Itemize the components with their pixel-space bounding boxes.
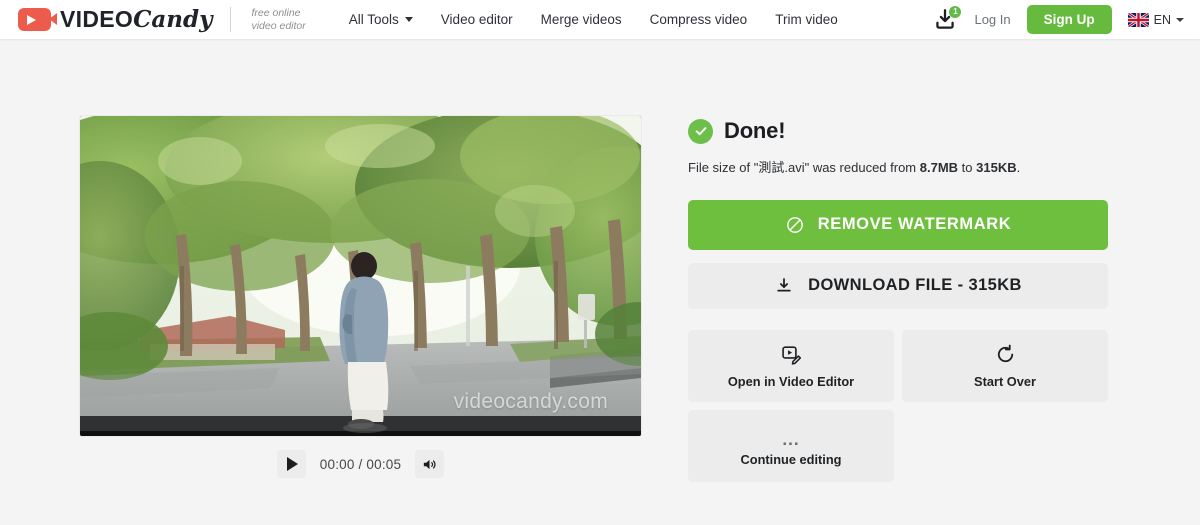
player-controls: 00:00 / 00:05 <box>80 450 641 478</box>
brand-wordmark: VIDEOCandy <box>60 6 213 33</box>
status-row: Done! <box>688 118 1108 144</box>
main-content: videocandy.com 00:00 / 00:05 Done! File … <box>0 39 1200 482</box>
brand-divider <box>230 7 232 32</box>
result-panel: Done! File size of "測試.avi" was reduced … <box>688 116 1108 482</box>
nav-label-merge-videos: Merge videos <box>540 12 622 27</box>
remove-watermark-button[interactable]: REMOVE WATERMARK <box>688 199 1108 250</box>
language-selector[interactable]: EN <box>1127 12 1184 27</box>
brand-tagline: free online video editor <box>251 7 305 33</box>
file-size-note: File size of "測試.avi" was reduced from 8… <box>688 159 1108 178</box>
restart-arrow-icon <box>997 344 1013 362</box>
site-header: VIDEOCandy free online video editor All … <box>0 0 1200 39</box>
nav-item-trim-video[interactable]: Trim video <box>775 12 838 27</box>
nav-item-merge-videos[interactable]: Merge videos <box>541 12 622 27</box>
nav-label-compress-video: Compress video <box>649 12 748 27</box>
video-player-column: videocandy.com 00:00 / 00:05 <box>80 116 641 482</box>
video-camera-icon <box>18 8 57 31</box>
nav-item-all-tools[interactable]: All Tools <box>349 12 413 27</box>
open-in-video-editor-tile[interactable]: Open in Video Editor <box>688 329 894 402</box>
brand-word-script: Candy <box>133 6 213 33</box>
brand-logo[interactable]: VIDEOCandy free online video editor <box>18 7 306 33</box>
continue-editing-tile[interactable]: ... Continue editing <box>688 409 894 482</box>
nav-label-all-tools: All Tools <box>348 12 399 27</box>
downloads-button[interactable]: 1 <box>932 5 962 33</box>
download-icon <box>777 277 791 292</box>
signup-button[interactable]: Sign Up <box>1026 5 1112 34</box>
note-middle: to <box>958 160 977 175</box>
time-display: 00:00 / 00:05 <box>319 456 402 472</box>
nav-label-video-editor: Video editor <box>440 12 513 27</box>
language-code: EN <box>1153 12 1171 27</box>
size-after: 315KB <box>976 160 1017 175</box>
page-title: Done! <box>724 118 786 143</box>
remove-watermark-label: REMOVE WATERMARK <box>817 215 1012 234</box>
note-suffix: . <box>1016 160 1021 175</box>
nav-label-trim-video: Trim video <box>775 12 838 27</box>
login-link[interactable]: Log In <box>974 12 1010 27</box>
checkmark-icon <box>695 127 706 136</box>
continue-editing-label: Continue editing <box>740 452 842 468</box>
header-actions: 1 Log In Sign Up EN <box>932 5 1184 34</box>
video-preview[interactable]: videocandy.com <box>80 116 641 436</box>
volume-on-icon <box>424 459 436 469</box>
chevron-down-icon <box>404 17 413 22</box>
tagline-line-1: free online <box>251 6 301 19</box>
downloads-badge: 1 <box>949 5 962 18</box>
check-circle-icon <box>688 118 713 144</box>
video-frame-image <box>80 116 641 436</box>
main-nav: All Tools Video editor Merge videos Comp… <box>349 12 838 27</box>
action-tiles: Open in Video Editor Start Over ... Cont… <box>688 329 1108 482</box>
size-before: 8.7MB <box>919 160 959 175</box>
no-entry-icon <box>786 216 803 233</box>
volume-button[interactable] <box>415 450 445 478</box>
video-edit-icon <box>781 346 801 365</box>
start-over-label: Start Over <box>974 373 1036 389</box>
tagline-line-2: video editor <box>251 19 306 32</box>
chevron-down-icon <box>1176 17 1184 22</box>
note-prefix: File size of "測試.avi" was reduced from <box>688 160 920 175</box>
play-button[interactable] <box>276 450 306 478</box>
download-file-button[interactable]: DOWNLOAD FILE - 315KB <box>688 262 1108 309</box>
ellipsis-icon: ... <box>782 430 800 450</box>
start-over-tile[interactable]: Start Over <box>902 329 1108 402</box>
play-icon <box>286 457 298 471</box>
brand-word-main: VIDEO <box>60 6 134 32</box>
open-in-video-editor-label: Open in Video Editor <box>727 373 855 389</box>
uk-flag-icon <box>1127 12 1149 27</box>
nav-item-video-editor[interactable]: Video editor <box>441 12 513 27</box>
nav-item-compress-video[interactable]: Compress video <box>650 12 748 27</box>
download-file-label: DOWNLOAD FILE - 315KB <box>808 276 1022 295</box>
